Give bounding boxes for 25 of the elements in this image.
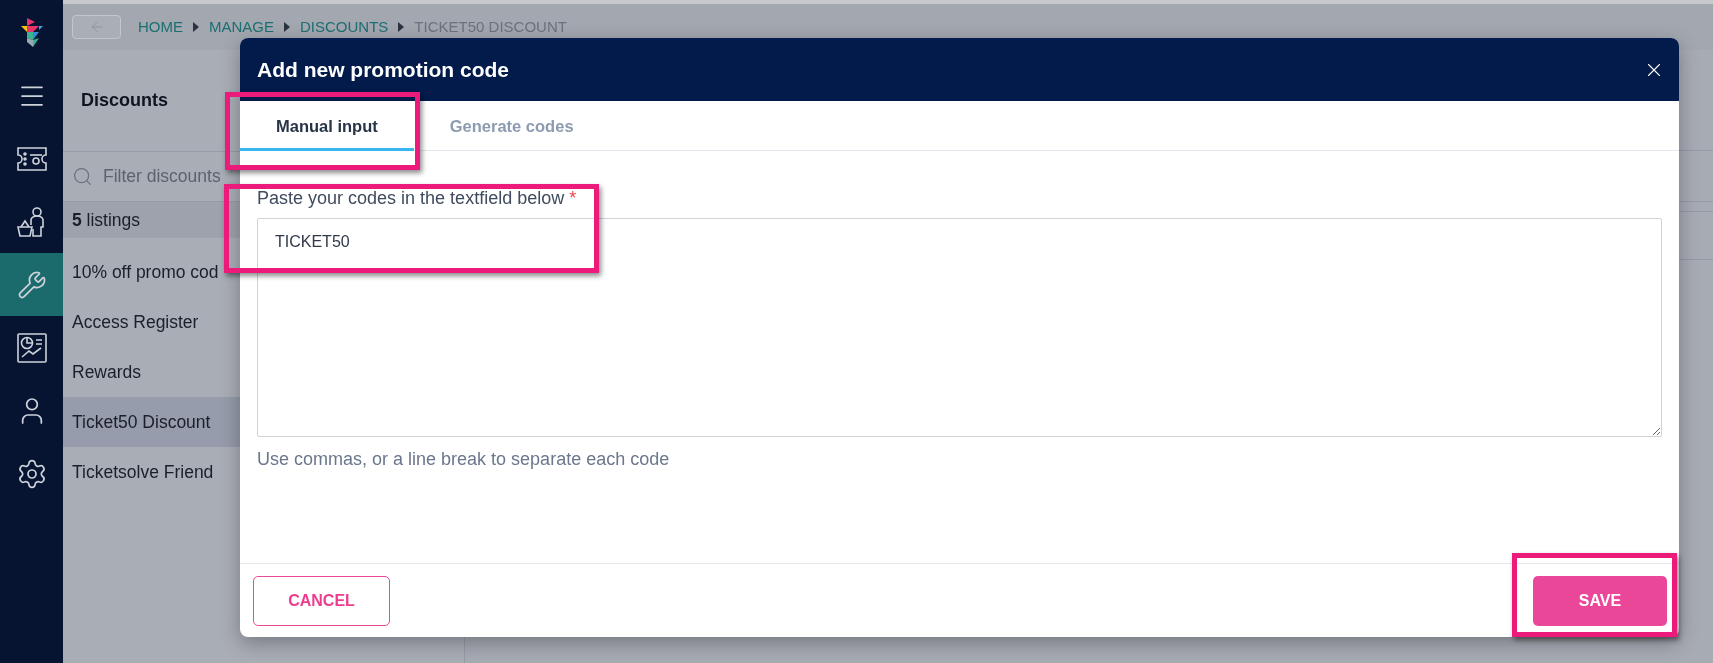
- field-hint: Use commas, or a line break to separate each code: [257, 449, 671, 470]
- ticket-icon: [16, 146, 47, 171]
- cancel-button[interactable]: CANCEL: [253, 576, 390, 626]
- caret-right-icon: [193, 22, 199, 32]
- discount-list-item[interactable]: 10% off promo cod: [63, 247, 240, 297]
- wrench-icon: [16, 269, 47, 300]
- filter-input[interactable]: Filter discounts: [103, 163, 243, 190]
- caret-right-icon: [398, 22, 405, 32]
- logo-icon: [20, 17, 43, 47]
- caret-right-icon: [284, 22, 290, 32]
- discount-list-item[interactable]: Rewards: [63, 347, 240, 397]
- discount-list-item[interactable]: Ticketsolve Friend: [63, 447, 240, 497]
- discount-list-item[interactable]: Access Register: [63, 297, 240, 347]
- codes-textarea[interactable]: TICKET50: [257, 218, 1662, 437]
- field-label: Paste your codes in the textfield below: [257, 188, 565, 209]
- tab[interactable]: Manual input: [240, 101, 414, 151]
- modal-title: Add new promotion code: [257, 56, 509, 83]
- discount-list-item[interactable]: Ticket50 Discount: [63, 397, 240, 447]
- search-icon: [72, 166, 93, 187]
- required-asterisk: *: [569, 188, 577, 209]
- report-icon: [16, 332, 47, 363]
- listing-count: 5 listings: [72, 208, 141, 232]
- basket-person-icon: [16, 206, 47, 237]
- save-button[interactable]: SAVE: [1533, 576, 1667, 626]
- panel-title: Discounts: [81, 89, 168, 112]
